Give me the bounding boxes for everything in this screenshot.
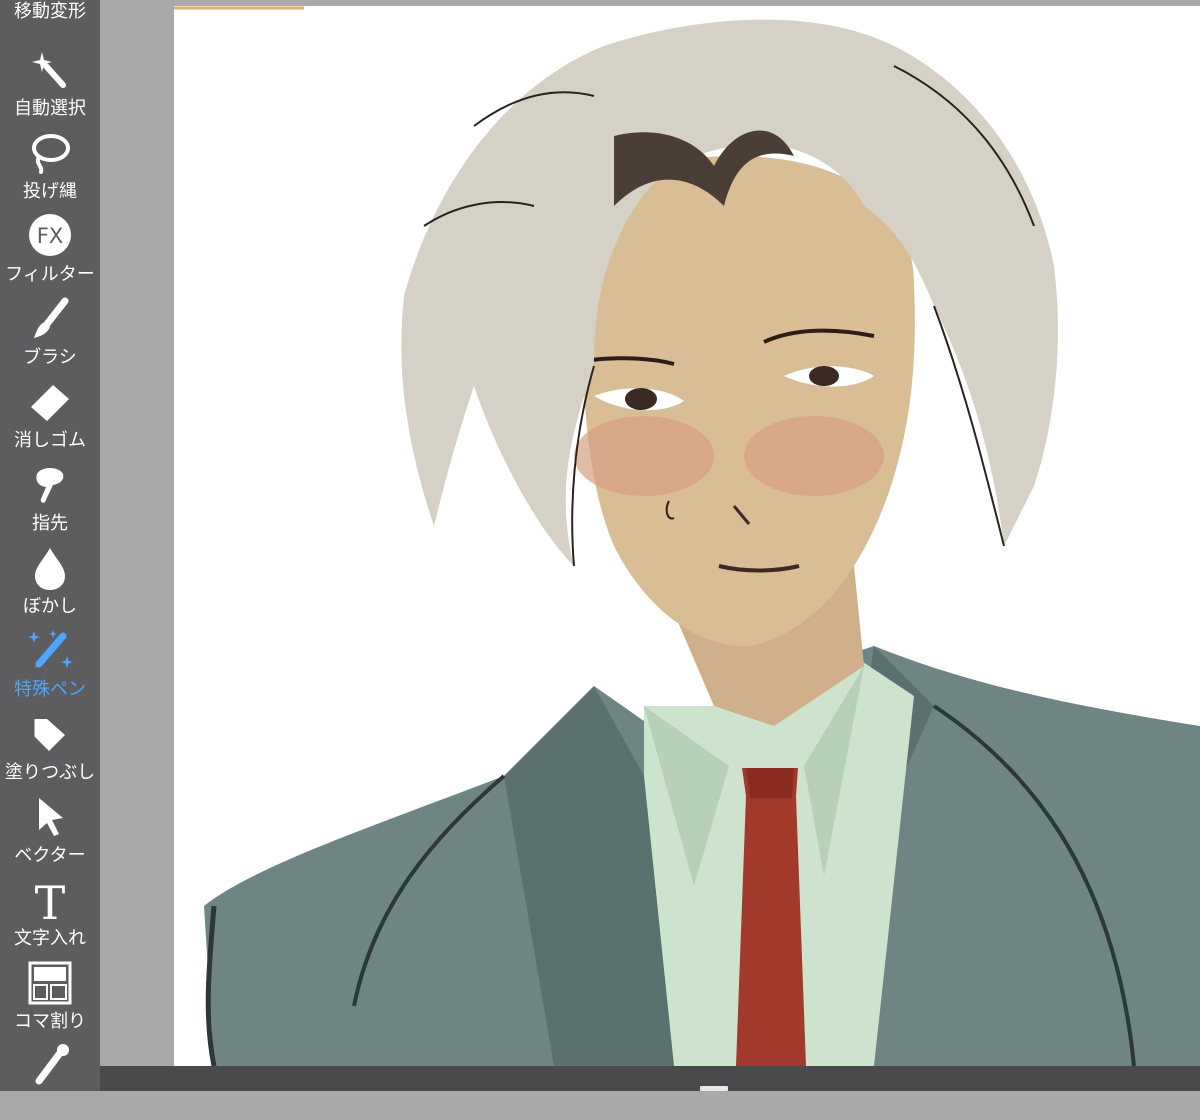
tool-label: 指先 (32, 513, 68, 534)
tool-panel-layout[interactable]: コマ割り (0, 954, 100, 1037)
tool-fill[interactable]: 塗りつぶし (0, 705, 100, 788)
tool-label: 塗りつぶし (4, 762, 96, 783)
tool-lasso[interactable]: 投げ縄 (0, 124, 100, 207)
svg-text:T: T (35, 877, 66, 923)
tool-label: コマ割り (14, 1011, 86, 1032)
necktie (736, 768, 806, 1066)
tool-auto-select[interactable]: 自動選択 (0, 41, 100, 124)
vector-arrow-icon (39, 798, 63, 836)
finger-smudge-icon (36, 468, 64, 503)
tool-move-transform[interactable]: 移動変形 (0, 0, 100, 27)
tool-label: ブラシ (23, 347, 77, 368)
tool-blur[interactable]: ぼかし (0, 539, 100, 622)
lasso-icon (32, 134, 70, 174)
tool-label: ぼかし (23, 596, 77, 617)
eyedropper-icon (35, 1044, 69, 1085)
panel-layout-icon (28, 961, 72, 1005)
tool-label: 投げ縄 (23, 181, 77, 202)
magic-wand-icon (32, 52, 66, 88)
tool-label: 消しゴム (14, 430, 86, 451)
tool-finger-smudge[interactable]: 指先 (0, 456, 100, 539)
tool-label: 文字入れ (14, 928, 86, 949)
drawing-canvas[interactable] (174, 6, 1200, 1066)
tool-special-pen[interactable]: 特殊ペン (0, 622, 100, 705)
text-icon: T (35, 877, 66, 923)
svg-text:FX: FX (37, 224, 63, 248)
tool-eyedropper[interactable] (0, 1037, 100, 1120)
character-illustration (174, 6, 1200, 1066)
fx-filter-icon: FX (29, 214, 71, 256)
tool-label: 自動選択 (14, 98, 86, 119)
fill-bucket-icon (31, 719, 65, 751)
tool-sidebar: 移動変形 自動選択 投げ縄 FX フィルター ブラシ 消しゴム 指先 ぼかし 特… (0, 0, 100, 1091)
bottom-bar (100, 1066, 1200, 1091)
tool-label: 移動変形 (14, 1, 86, 22)
workspace-margin (100, 0, 174, 1091)
tool-label: フィルター (5, 264, 95, 285)
tool-eraser[interactable]: 消しゴム (0, 373, 100, 456)
blur-drop-icon (35, 548, 65, 590)
tool-label: 特殊ペン (14, 679, 86, 700)
bottom-panel-handle[interactable] (700, 1086, 728, 1091)
tool-text[interactable]: T 文字入れ (0, 871, 100, 954)
tool-vector[interactable]: ベクター (0, 788, 100, 871)
tool-filter[interactable]: FX フィルター (0, 207, 100, 290)
tool-brush[interactable]: ブラシ (0, 290, 100, 373)
brush-icon (34, 297, 69, 338)
eraser-icon (31, 385, 69, 421)
special-pen-icon (28, 630, 73, 668)
tool-label: ベクター (14, 845, 86, 866)
